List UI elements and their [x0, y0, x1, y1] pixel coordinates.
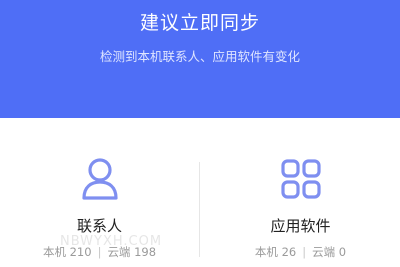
sync-banner[interactable]: 建议立即同步 检测到本机联系人、应用软件有变化 — [0, 0, 400, 118]
sync-categories: 联系人 本机 210 | 云端 198 应用软件 本机 26 | 云端 0 — [0, 118, 400, 267]
contacts-label: 联系人 — [76, 217, 122, 235]
contacts-local-count: 210 — [69, 245, 92, 259]
apps-local-label: 本机 — [254, 245, 278, 259]
apps-cloud-count: 0 — [338, 245, 347, 259]
user-icon — [76, 155, 124, 203]
apps-local-count: 26 — [281, 245, 297, 259]
contacts-local-label: 本机 — [42, 245, 66, 259]
apps-card[interactable]: 应用软件 本机 26 | 云端 0 — [201, 118, 400, 267]
apps-grid-icon — [277, 155, 325, 203]
sync-suggestion-panel: 建议立即同步 检测到本机联系人、应用软件有变化 联系人 本机 210 | 云端 19… — [0, 0, 400, 267]
contacts-cloud-count: 198 — [134, 245, 157, 259]
contacts-cloud-label: 云端 — [107, 245, 131, 259]
banner-title: 建议立即同步 — [139, 12, 260, 34]
card-divider — [199, 162, 200, 257]
contacts-card[interactable]: 联系人 本机 210 | 云端 198 — [0, 118, 199, 267]
contacts-stats: 本机 210 | 云端 198 — [0, 244, 199, 260]
apps-stats: 本机 26 | 云端 0 — [201, 244, 400, 260]
stats-separator: | — [97, 245, 102, 259]
apps-label: 应用软件 — [270, 217, 331, 235]
stats-separator: | — [302, 245, 307, 259]
banner-subtitle: 检测到本机联系人、应用软件有变化 — [99, 49, 300, 64]
apps-cloud-label: 云端 — [312, 245, 336, 259]
